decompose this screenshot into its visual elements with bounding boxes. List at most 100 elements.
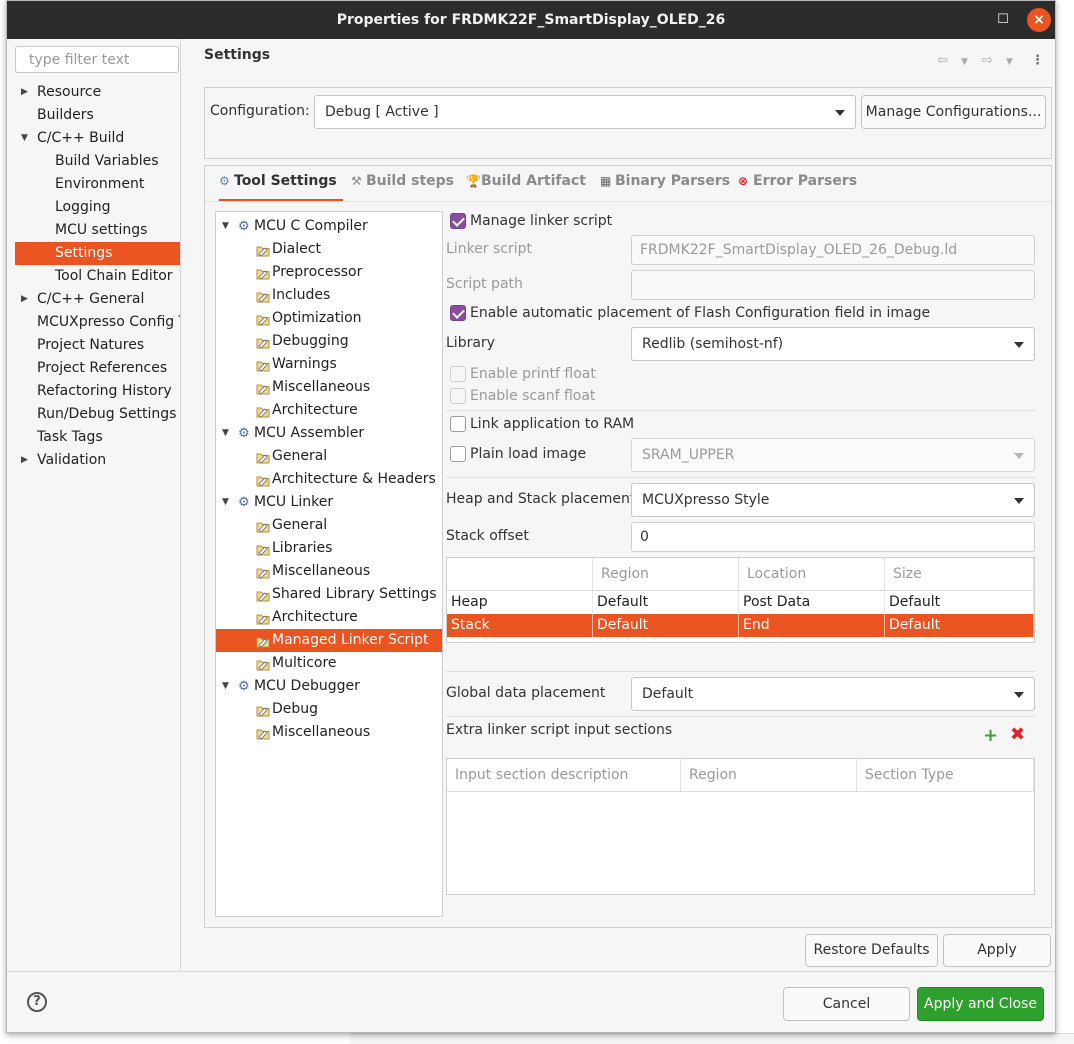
apply-button[interactable]: Apply	[943, 934, 1051, 967]
view-menu-icon[interactable]: ⋮	[1031, 53, 1044, 68]
nav-item-c-c-general[interactable]: ▶ C/C++ General	[15, 288, 180, 311]
back-dropdown-icon[interactable]: ▼	[961, 57, 968, 67]
table-column-header[interactable]	[447, 558, 593, 590]
tab-tool-settings[interactable]: ⚙ Tool Settings	[219, 173, 337, 199]
cancel-button[interactable]: Cancel	[783, 987, 910, 1021]
tree-option-label: Miscellaneous	[272, 563, 371, 579]
plain-load-label: Plain load image	[470, 446, 587, 462]
pane-splitter[interactable]	[180, 39, 181, 971]
printf-float-checkbox[interactable]	[450, 366, 466, 382]
tree-option-node[interactable]: General	[216, 514, 442, 537]
linker-script-field[interactable]: FRDMK22F_SmartDisplay_OLED_26_Debug.ld	[631, 235, 1035, 265]
expanded-arrow-icon[interactable]: ▼	[21, 127, 31, 143]
nav-item-c-c-build[interactable]: ▼ C/C++ Build	[15, 127, 180, 150]
expanded-arrow-icon[interactable]: ▼	[222, 491, 229, 514]
tree-option-node[interactable]: Optimization	[216, 307, 442, 330]
nav-item-logging[interactable]: Logging	[15, 196, 180, 219]
collapsed-arrow-icon[interactable]: ▶	[21, 81, 31, 97]
nav-item-label: MCU settings	[55, 222, 148, 238]
nav-item-refactoring-history[interactable]: Refactoring History	[15, 380, 180, 403]
window-title: Properties for FRDMK22F_SmartDisplay_OLE…	[336, 12, 726, 28]
configuration-select[interactable]: Debug [ Active ]	[314, 95, 856, 129]
nav-item-project-natures[interactable]: Project Natures	[15, 334, 180, 357]
tab-error-parsers[interactable]: ⊗ Error Parsers	[738, 173, 857, 199]
nav-item-settings[interactable]: Settings	[15, 242, 180, 265]
stack-offset-field[interactable]: 0	[631, 522, 1035, 552]
table-column-header[interactable]: Location	[739, 558, 885, 590]
tree-option-node[interactable]: Debug	[216, 698, 442, 721]
heap-stack-select[interactable]: MCUXpresso Style	[631, 483, 1035, 517]
nav-item-builders[interactable]: Builders	[15, 104, 180, 127]
tree-option-node[interactable]: Debugging	[216, 330, 442, 353]
tree-tool-node[interactable]: ▼ ⚙ MCU Debugger	[216, 675, 442, 698]
tree-option-node[interactable]: Architecture	[216, 399, 442, 422]
expanded-arrow-icon[interactable]: ▼	[222, 675, 229, 698]
table-column-header[interactable]: Region	[681, 759, 857, 791]
nav-item-mcu-settings[interactable]: MCU settings	[15, 219, 180, 242]
table-row[interactable]: Heap Default Post Data Default	[447, 591, 1034, 614]
link-to-ram-checkbox[interactable]	[450, 416, 466, 432]
table-column-header[interactable]: Input section description	[447, 759, 681, 791]
tree-tool-node[interactable]: ▼ ⚙ MCU C Compiler	[216, 215, 442, 238]
tree-option-node[interactable]: Miscellaneous	[216, 560, 442, 583]
script-path-field[interactable]	[631, 270, 1035, 300]
back-arrow-icon[interactable]: ⇦	[937, 53, 948, 68]
tab-build-artifact[interactable]: 🏆Build Artifact	[466, 173, 586, 199]
forward-dropdown-icon[interactable]: ▼	[1006, 57, 1013, 67]
plain-load-select[interactable]: SRAM_UPPER	[631, 438, 1035, 472]
tree-option-node[interactable]: Miscellaneous	[216, 376, 442, 399]
help-icon[interactable]: ?	[27, 992, 47, 1012]
nav-item-resource[interactable]: ▶ Resource	[15, 81, 180, 104]
collapsed-arrow-icon[interactable]: ▶	[21, 288, 31, 304]
manage-configurations-button[interactable]: Manage Configurations...	[861, 95, 1046, 129]
plain-load-checkbox[interactable]	[450, 446, 466, 462]
nav-item-project-references[interactable]: Project References	[15, 357, 180, 380]
table-column-header[interactable]: Section Type	[857, 759, 1034, 791]
tree-option-node[interactable]: Managed Linker Script	[216, 629, 442, 652]
collapsed-arrow-icon[interactable]: ▶	[21, 449, 31, 465]
table-row[interactable]: Stack Default End Default	[447, 614, 1034, 637]
apply-and-close-button[interactable]: Apply and Close	[917, 987, 1044, 1021]
remove-icon[interactable]: ✖	[1010, 726, 1025, 744]
tree-option-label: Optimization	[272, 310, 362, 326]
tab-binary-parsers[interactable]: ▦ Binary Parsers	[600, 173, 730, 199]
nav-item-environment[interactable]: Environment	[15, 173, 180, 196]
nav-item-run-debug-settings[interactable]: Run/Debug Settings	[15, 403, 180, 426]
restore-defaults-button[interactable]: Restore Defaults	[805, 934, 938, 967]
nav-item-tool-chain-editor[interactable]: Tool Chain Editor	[15, 265, 180, 288]
tree-option-node[interactable]: General	[216, 445, 442, 468]
forward-arrow-icon[interactable]: ⇨	[982, 53, 993, 68]
tree-option-node[interactable]: Warnings	[216, 353, 442, 376]
scanf-float-checkbox[interactable]	[450, 388, 466, 404]
tab-build-steps[interactable]: ⚒ Build steps	[351, 173, 454, 199]
tree-option-node[interactable]: Dialect	[216, 238, 442, 261]
tree-option-node[interactable]: Multicore	[216, 652, 442, 675]
tree-option-node[interactable]: Libraries	[216, 537, 442, 560]
add-icon[interactable]: +	[983, 727, 998, 745]
tree-option-node[interactable]: Shared Library Settings	[216, 583, 442, 606]
tree-tool-node[interactable]: ▼ ⚙ MCU Linker	[216, 491, 442, 514]
tree-option-node[interactable]: Preprocessor	[216, 261, 442, 284]
table-column-header[interactable]: Size	[885, 558, 1034, 590]
tree-option-node[interactable]: Architecture	[216, 606, 442, 629]
nav-item-validation[interactable]: ▶ Validation	[15, 449, 180, 472]
nav-item-build-variables[interactable]: Build Variables	[15, 150, 180, 173]
table-column-header[interactable]: Region	[593, 558, 739, 590]
maximize-icon[interactable]: ☐	[993, 10, 1013, 30]
expanded-arrow-icon[interactable]: ▼	[222, 422, 229, 445]
nav-item-mcuxpresso-config-t[interactable]: MCUXpresso Config T	[15, 311, 180, 334]
flash-config-checkbox[interactable]	[450, 305, 466, 321]
manage-linker-script-checkbox[interactable]	[450, 213, 466, 229]
close-icon[interactable]: ×	[1027, 8, 1051, 32]
library-value: Redlib (semihost-nf)	[642, 336, 784, 352]
global-data-select[interactable]: Default	[631, 677, 1035, 711]
tree-option-node[interactable]: Includes	[216, 284, 442, 307]
tree-tool-node[interactable]: ▼ ⚙ MCU Assembler	[216, 422, 442, 445]
separator	[446, 477, 1035, 478]
filter-input[interactable]: type filter text	[15, 46, 179, 73]
nav-item-task-tags[interactable]: Task Tags	[15, 426, 180, 449]
expanded-arrow-icon[interactable]: ▼	[222, 215, 229, 238]
library-select[interactable]: Redlib (semihost-nf)	[631, 327, 1035, 361]
tree-option-node[interactable]: Architecture & Headers	[216, 468, 442, 491]
tree-option-node[interactable]: Miscellaneous	[216, 721, 442, 744]
